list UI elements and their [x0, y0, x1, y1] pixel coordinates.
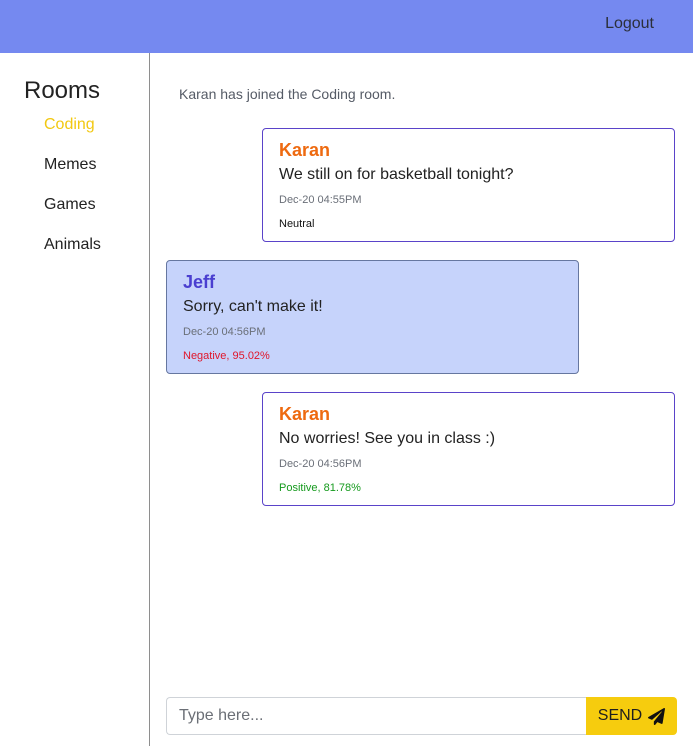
room-item-animals[interactable]: Animals [44, 235, 101, 275]
room-list: Coding Memes Games Animals [44, 115, 101, 275]
rooms-sidebar: Rooms Coding Memes Games Animals [0, 53, 150, 746]
room-item-coding[interactable]: Coding [44, 115, 101, 155]
message-author: Jeff [183, 272, 216, 292]
message-author: Karan [279, 140, 331, 160]
rooms-title: Rooms [24, 77, 101, 104]
message-text: We still on for basketball tonight? [279, 166, 514, 183]
message-card: Jeff Sorry, can't make it! Dec-20 04:56P… [166, 260, 579, 374]
send-button-label: SEND [597, 707, 643, 724]
message-timestamp: Dec-20 04:56PM [183, 326, 266, 338]
message-card: Karan No worries! See you in class :) De… [262, 392, 675, 506]
message-sentiment: Positive, 81.78% [279, 482, 361, 494]
message-text: Sorry, can't make it! [183, 298, 323, 315]
message-text: No worries! See you in class :) [279, 430, 496, 447]
message-timestamp: Dec-20 04:56PM [279, 458, 362, 470]
paper-plane-icon [648, 707, 666, 725]
message-timestamp: Dec-20 04:55PM [279, 194, 362, 206]
message-card: Karan We still on for basketball tonight… [262, 128, 675, 242]
send-button[interactable]: SEND [586, 697, 677, 735]
room-item-games[interactable]: Games [44, 195, 101, 235]
message-composer: SEND [166, 697, 677, 735]
message-sentiment: Neutral [279, 218, 315, 230]
top-header: Logout [0, 0, 693, 53]
logout-link[interactable]: Logout [605, 15, 654, 33]
chat-panel: Karan has joined the Coding room. Karan … [150, 53, 693, 746]
message-sentiment: Negative, 95.02% [183, 350, 270, 362]
message-author: Karan [279, 404, 331, 424]
join-notice: Karan has joined the Coding room. [179, 86, 396, 102]
room-item-memes[interactable]: Memes [44, 155, 101, 195]
message-input[interactable] [166, 697, 586, 735]
